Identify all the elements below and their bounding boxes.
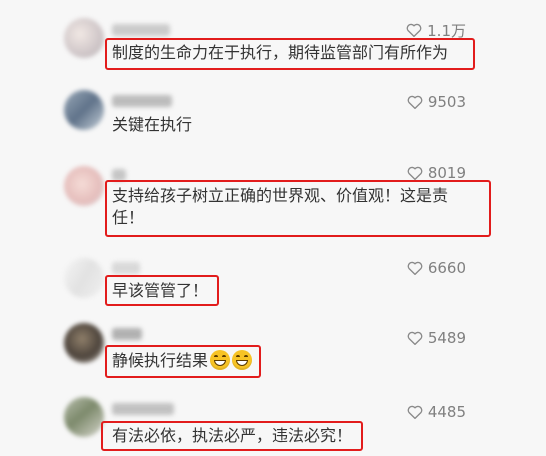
heart-outline-icon xyxy=(407,95,423,109)
avatar[interactable] xyxy=(64,90,104,130)
like-count: 5489 xyxy=(427,329,466,347)
heart-outline-icon xyxy=(406,23,422,37)
comment-item: 8019 支持给孩子树立正确的世界观、价值观！这是责 任！ xyxy=(0,160,546,255)
heart-outline-icon xyxy=(407,405,423,419)
like-button[interactable]: 1.1万 xyxy=(406,20,466,40)
avatar[interactable] xyxy=(64,323,104,363)
username[interactable] xyxy=(112,328,142,340)
highlight-box xyxy=(105,38,475,70)
comment-item: 6660 早该管管了！ xyxy=(0,255,546,320)
username[interactable] xyxy=(112,262,140,274)
comment-item: 4485 有法必依，执法必严，违法必究！ xyxy=(0,390,546,456)
highlight-box xyxy=(105,345,261,378)
avatar[interactable] xyxy=(64,258,104,298)
like-button[interactable]: 6660 xyxy=(407,258,466,278)
highlight-box xyxy=(101,421,363,451)
username[interactable] xyxy=(112,24,170,36)
avatar[interactable] xyxy=(64,397,104,437)
like-button[interactable]: 5489 xyxy=(407,328,466,348)
highlight-box xyxy=(105,275,219,306)
highlight-box xyxy=(105,180,491,237)
like-button[interactable]: 9503 xyxy=(407,92,466,112)
comment-item: 9503 关键在执行 xyxy=(0,80,546,160)
like-count: 4485 xyxy=(427,403,466,421)
comment-text: 关键在执行 xyxy=(112,115,193,134)
username[interactable] xyxy=(112,95,172,107)
heart-outline-icon xyxy=(407,331,423,345)
comment-item: 5489 静候执行结果 xyxy=(0,320,546,390)
like-button[interactable]: 4485 xyxy=(407,402,466,422)
avatar[interactable] xyxy=(64,166,104,206)
heart-outline-icon xyxy=(407,261,423,275)
username[interactable] xyxy=(112,403,174,415)
heart-outline-icon xyxy=(407,166,423,180)
avatar[interactable] xyxy=(64,18,104,58)
comment-item: 1.1万 制度的生命力在于执行，期待监管部门有所作为 xyxy=(0,0,546,80)
like-count: 9503 xyxy=(427,93,466,111)
like-count: 6660 xyxy=(427,259,466,277)
